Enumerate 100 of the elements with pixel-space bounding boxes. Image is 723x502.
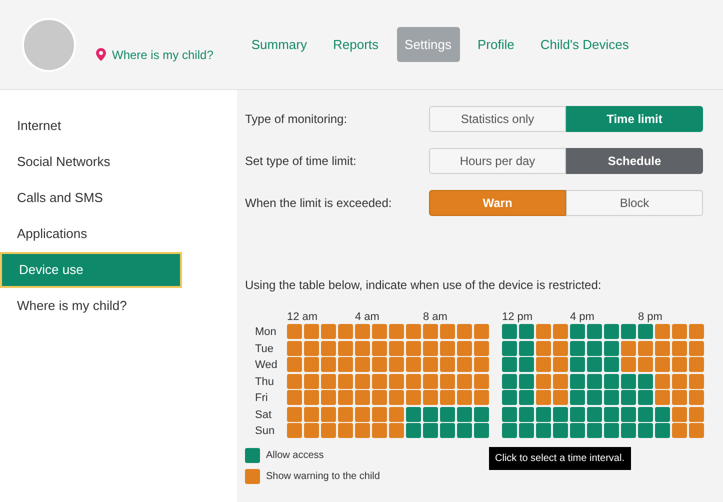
time-slot[interactable] [321,406,336,422]
time-slot[interactable] [621,406,636,422]
time-slot[interactable] [553,374,568,388]
sidebar-item[interactable]: Internet [0,108,237,144]
time-slot[interactable] [287,374,302,388]
sidebar-item[interactable]: Applications [0,216,237,252]
time-slot[interactable] [519,340,534,356]
time-slot[interactable] [389,374,404,388]
segment-option[interactable]: Block [566,190,703,216]
time-slot[interactable] [655,406,670,422]
time-slot[interactable] [621,340,636,356]
time-slot[interactable] [672,340,687,356]
time-slot[interactable] [355,406,370,422]
time-slot[interactable] [423,374,438,388]
time-slot[interactable] [304,340,319,356]
time-slot[interactable] [672,406,687,422]
segment-option[interactable]: Statistics only [429,106,566,132]
legend-label: Allow access [266,448,324,462]
time-slot[interactable] [423,340,438,356]
time-slot[interactable] [519,406,534,422]
time-slot[interactable] [440,406,455,422]
time-slot[interactable] [423,406,438,422]
nav-tab[interactable]: Profile [470,26,522,62]
time-slot[interactable] [457,406,472,422]
time-slot[interactable] [502,406,517,422]
location-link[interactable]: Where is my child? [96,46,214,64]
time-slot[interactable] [372,340,387,356]
time-slot[interactable] [287,340,302,356]
nav-tab[interactable]: Reports [325,26,387,62]
time-slot[interactable] [389,340,404,356]
time-slot[interactable] [474,340,489,356]
time-slot[interactable] [457,340,472,356]
time-slot[interactable] [536,406,551,422]
setting-label: Type of monitoring: [245,111,348,128]
time-slot[interactable] [304,374,319,388]
segment-option[interactable]: Time limit [566,106,703,132]
time-slot[interactable] [355,340,370,356]
tooltip: Click to select a time interval. [489,447,630,470]
sidebar-item[interactable]: Calls and SMS [0,180,237,216]
hour-label: 8 am [423,310,448,324]
time-slot[interactable] [406,374,421,388]
time-slot[interactable] [536,374,551,388]
time-slot[interactable] [440,374,455,388]
instruction-text: Using the table below, indicate when use of the device is restricted: [245,277,602,294]
time-slot[interactable] [638,406,653,422]
time-slot[interactable] [570,374,585,388]
time-slot[interactable] [457,374,472,388]
time-slot[interactable] [638,374,653,388]
time-slot[interactable] [406,406,421,422]
time-slot[interactable] [689,374,704,388]
segment-option[interactable]: Schedule [566,148,703,174]
time-slot[interactable] [440,340,455,356]
time-slot[interactable] [372,374,387,388]
time-slot[interactable] [553,406,568,422]
time-slot[interactable] [321,374,336,388]
time-slot[interactable] [519,374,534,388]
time-slot[interactable] [604,374,619,388]
time-slot[interactable] [321,340,336,356]
day-label: Thu [255,374,275,390]
day-label: Sun [255,424,276,439]
time-slot[interactable] [372,406,387,422]
time-slot[interactable] [502,340,517,356]
time-slot[interactable] [338,340,353,356]
time-slot[interactable] [587,340,602,356]
time-slot[interactable] [604,340,619,356]
time-slot[interactable] [502,374,517,388]
time-slot[interactable] [474,374,489,388]
time-slot[interactable] [406,340,421,356]
time-slot[interactable] [536,340,551,356]
time-slot[interactable] [587,374,602,388]
time-slot[interactable] [604,406,619,422]
time-slot[interactable] [474,406,489,422]
sidebar-item[interactable]: Device use [0,252,182,288]
time-slot[interactable] [389,406,404,422]
nav-tab[interactable]: Child's Devices [532,26,637,62]
legend-label: Show warning to the child [266,470,380,484]
time-slot[interactable] [553,340,568,356]
day-label: Wed [255,358,278,373]
time-slot[interactable] [621,374,636,388]
time-slot[interactable] [338,374,353,388]
time-slot[interactable] [587,406,602,422]
sidebar-item[interactable]: Where is my child? [0,288,237,324]
time-slot[interactable] [672,374,687,388]
time-slot[interactable] [338,406,353,422]
time-slot[interactable] [689,406,704,422]
nav-tab[interactable]: Summary [243,26,315,62]
hour-label: 4 pm [570,310,596,324]
time-slot[interactable] [570,340,585,356]
time-slot[interactable] [304,406,319,422]
segment-option[interactable]: Hours per day [429,148,566,174]
time-slot[interactable] [655,340,670,356]
setting-label: When the limit is exceeded: [245,195,393,212]
time-slot[interactable] [655,374,670,388]
sidebar-item[interactable]: Social Networks [0,144,237,180]
setting-label: Set type of time limit: [245,153,358,170]
time-slot[interactable] [689,340,704,356]
time-slot[interactable] [570,406,585,422]
time-slot[interactable] [355,374,370,388]
time-slot[interactable] [638,340,653,356]
time-slot[interactable] [287,406,302,422]
